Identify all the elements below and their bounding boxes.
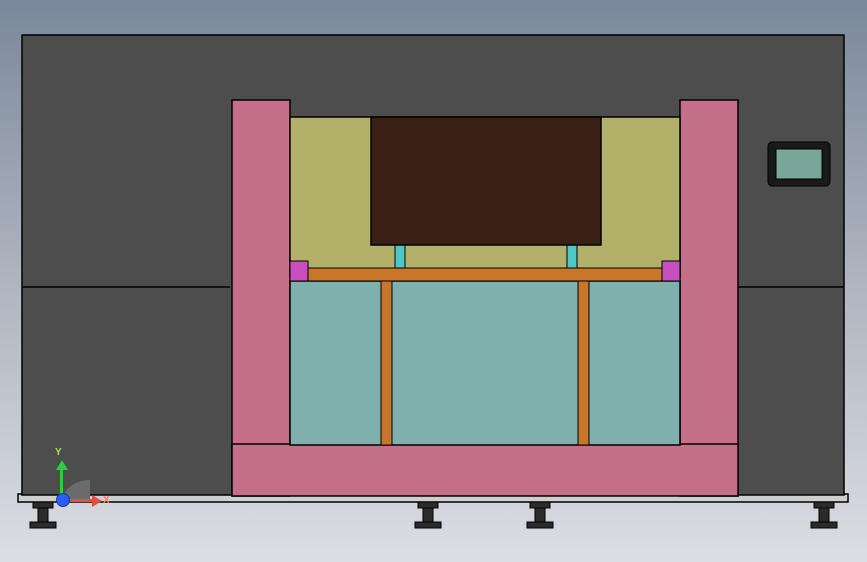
foot-3 bbox=[527, 502, 553, 528]
cad-viewport[interactable]: Y X bbox=[0, 0, 867, 562]
foot-1 bbox=[30, 502, 56, 528]
pink-bottom-bar bbox=[232, 444, 738, 496]
pink-left-column bbox=[232, 100, 290, 496]
model-drawing bbox=[0, 0, 867, 562]
magenta-bracket-right bbox=[662, 261, 680, 281]
magenta-bracket-left bbox=[290, 261, 308, 281]
foot-4 bbox=[811, 502, 837, 528]
foot-2 bbox=[415, 502, 441, 528]
touchscreen bbox=[768, 142, 830, 186]
orange-crossbar bbox=[290, 268, 680, 281]
brown-insert bbox=[371, 117, 601, 245]
cyan-support-right bbox=[567, 244, 577, 268]
orange-divider-right bbox=[578, 281, 589, 445]
cyan-support-left bbox=[395, 244, 405, 268]
teal-window bbox=[290, 281, 680, 445]
orange-divider-left bbox=[381, 281, 392, 445]
pink-right-column bbox=[680, 100, 738, 496]
